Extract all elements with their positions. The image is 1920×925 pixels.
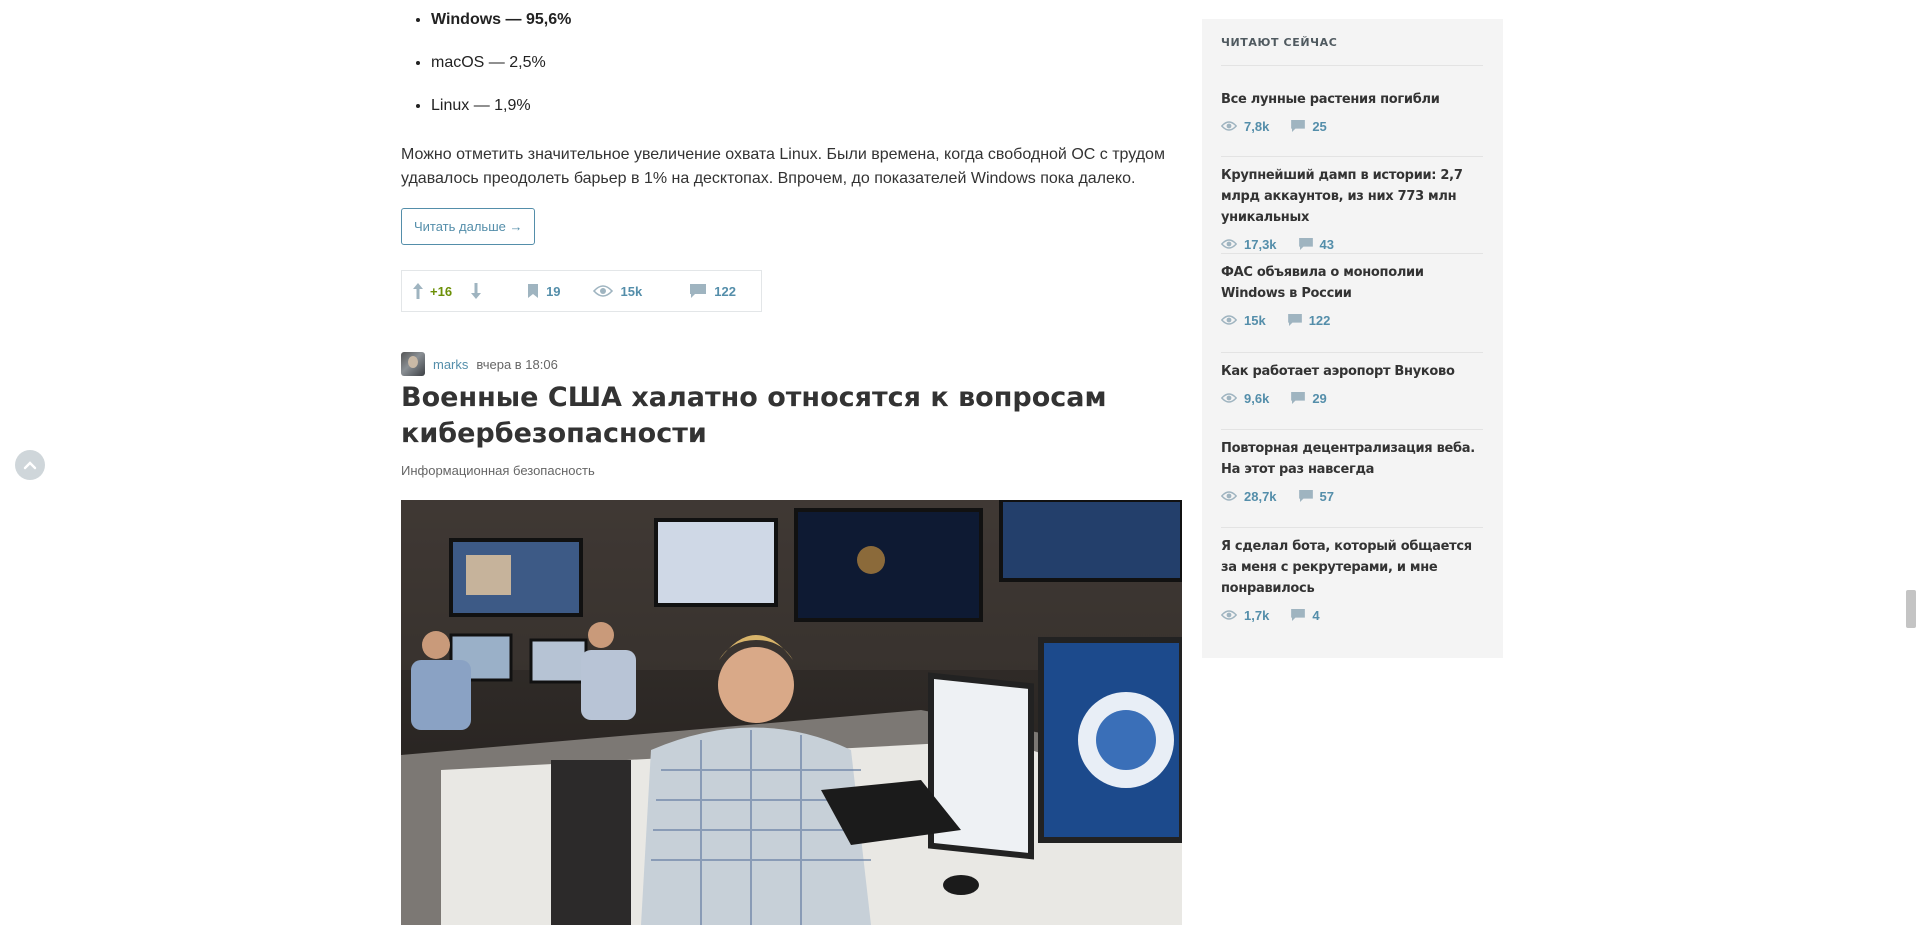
read-more-button[interactable]: Читать дальше → (401, 208, 536, 245)
views-count: 15k (1244, 312, 1266, 328)
post-title[interactable]: Военные США халатно относятся к вопросам… (401, 380, 1182, 452)
comment-icon (1291, 609, 1306, 621)
eye-icon (1221, 393, 1237, 403)
comments-link[interactable]: 122 (690, 284, 736, 299)
eye-icon (592, 285, 613, 297)
eye-icon (1221, 121, 1237, 131)
list-item: macOS — 2,5% (431, 53, 1182, 73)
author-link[interactable]: marks (433, 357, 468, 372)
comment-icon (1298, 490, 1313, 502)
post-stats-bar: +16 19 15k 122 (401, 270, 762, 312)
eye-icon (1221, 491, 1237, 501)
arrow-up-icon (413, 283, 423, 299)
comment-icon (1287, 314, 1302, 326)
hub-link[interactable]: Информационная безопасность (401, 463, 595, 478)
bookmark-button[interactable]: 19 (528, 283, 561, 299)
sidebar-reading-now: ЧИТАЮТ СЕЙЧАС Все лунные растения погибл… (1202, 19, 1503, 658)
sidebar-post-title[interactable]: Я сделал бота, который общается за меня … (1221, 536, 1483, 599)
sidebar-post-title[interactable]: Как работает аэропорт Внуково (1221, 361, 1483, 382)
views-count: 15k (620, 283, 643, 299)
os-share-list: Windows — 95,6% macOS — 2,5% Linux — 1,9… (401, 10, 1182, 116)
comments-count[interactable]: 57 (1320, 489, 1334, 504)
views-count: 17,3k (1244, 236, 1277, 252)
views-count: 28,7k (1244, 488, 1277, 504)
divider (1221, 429, 1483, 430)
sidebar-post: Все лунные растения погибли 7,8k 25 (1221, 89, 1483, 134)
list-item: Linux — 1,9% (431, 96, 1182, 116)
sidebar-post: Как работает аэропорт Внуково 9,6k 29 (1221, 361, 1483, 406)
sidebar-post-stats: 28,7k 57 (1221, 488, 1483, 504)
sidebar-post-stats: 15k 122 (1221, 312, 1483, 328)
comments-count: 122 (714, 283, 736, 299)
sidebar-post-title[interactable]: ФАС объявила о монополии Windows в Росси… (1221, 262, 1483, 304)
bookmark-count: 19 (546, 283, 561, 299)
post-meta: marks вчера в 18:06 (401, 352, 558, 376)
sidebar-post-title[interactable]: Все лунные растения погибли (1221, 89, 1483, 110)
comments-count[interactable]: 29 (1312, 391, 1326, 406)
eye-icon (1221, 610, 1237, 620)
divider (1221, 527, 1483, 528)
post-image (401, 500, 1182, 925)
vote-score: +16 (430, 283, 453, 299)
post-time: вчера в 18:06 (476, 356, 558, 372)
sidebar-post-stats: 7,8k 25 (1221, 118, 1483, 134)
sidebar-post: ФАС объявила о монополии Windows в Росси… (1221, 262, 1483, 328)
views-count: 9,6k (1244, 390, 1270, 406)
views-count: 1,7k (1244, 607, 1270, 623)
divider (1221, 352, 1483, 353)
comments-count[interactable]: 43 (1320, 237, 1334, 252)
sidebar-post: Я сделал бота, который общается за меня … (1221, 536, 1483, 623)
vote-up-button[interactable] (412, 282, 424, 300)
sidebar-post: Крупнейший дамп в истории: 2,7 млрд акка… (1221, 165, 1483, 252)
comments-count[interactable]: 122 (1309, 313, 1331, 328)
eye-icon (1221, 315, 1237, 325)
sidebar-post-stats: 17,3k 43 (1221, 236, 1483, 252)
chevron-up-icon (23, 461, 37, 470)
scrollbar-thumb[interactable] (1906, 590, 1916, 628)
bookmark-icon (528, 284, 539, 298)
divider (1221, 156, 1483, 157)
main-column: Windows — 95,6% macOS — 2,5% Linux — 1,9… (401, 0, 1182, 925)
sidebar-post-title[interactable]: Крупнейший дамп в истории: 2,7 млрд акка… (1221, 165, 1483, 228)
avatar[interactable] (401, 352, 425, 376)
sidebar-post: Повторная децентрализация веба. На этот … (1221, 438, 1483, 504)
page-scrollbar[interactable] (1903, 0, 1920, 925)
article-paragraph: Можно отметить значительное увеличение о… (401, 146, 1165, 187)
comments-count[interactable]: 25 (1312, 119, 1326, 134)
scroll-to-top-button[interactable] (15, 450, 45, 480)
divider (1221, 253, 1483, 254)
views-stat: 15k (592, 283, 643, 299)
vote-down-button[interactable] (470, 282, 482, 300)
sidebar-title: ЧИТАЮТ СЕЙЧАС (1221, 36, 1483, 66)
views-count: 7,8k (1244, 118, 1270, 134)
arrow-down-icon (471, 283, 482, 299)
sidebar-post-stats: 9,6k 29 (1221, 390, 1483, 406)
comments-count[interactable]: 4 (1312, 608, 1319, 623)
eye-icon (1221, 239, 1237, 249)
list-item: Windows — 95,6% (431, 10, 1182, 30)
comment-icon (690, 284, 707, 298)
sidebar-post-title[interactable]: Повторная децентрализация веба. На этот … (1221, 438, 1483, 480)
sidebar-post-stats: 1,7k 4 (1221, 607, 1483, 623)
operations-center-illustration (401, 500, 1182, 925)
comment-icon (1291, 392, 1306, 404)
comment-icon (1291, 120, 1306, 132)
comment-icon (1298, 238, 1313, 250)
